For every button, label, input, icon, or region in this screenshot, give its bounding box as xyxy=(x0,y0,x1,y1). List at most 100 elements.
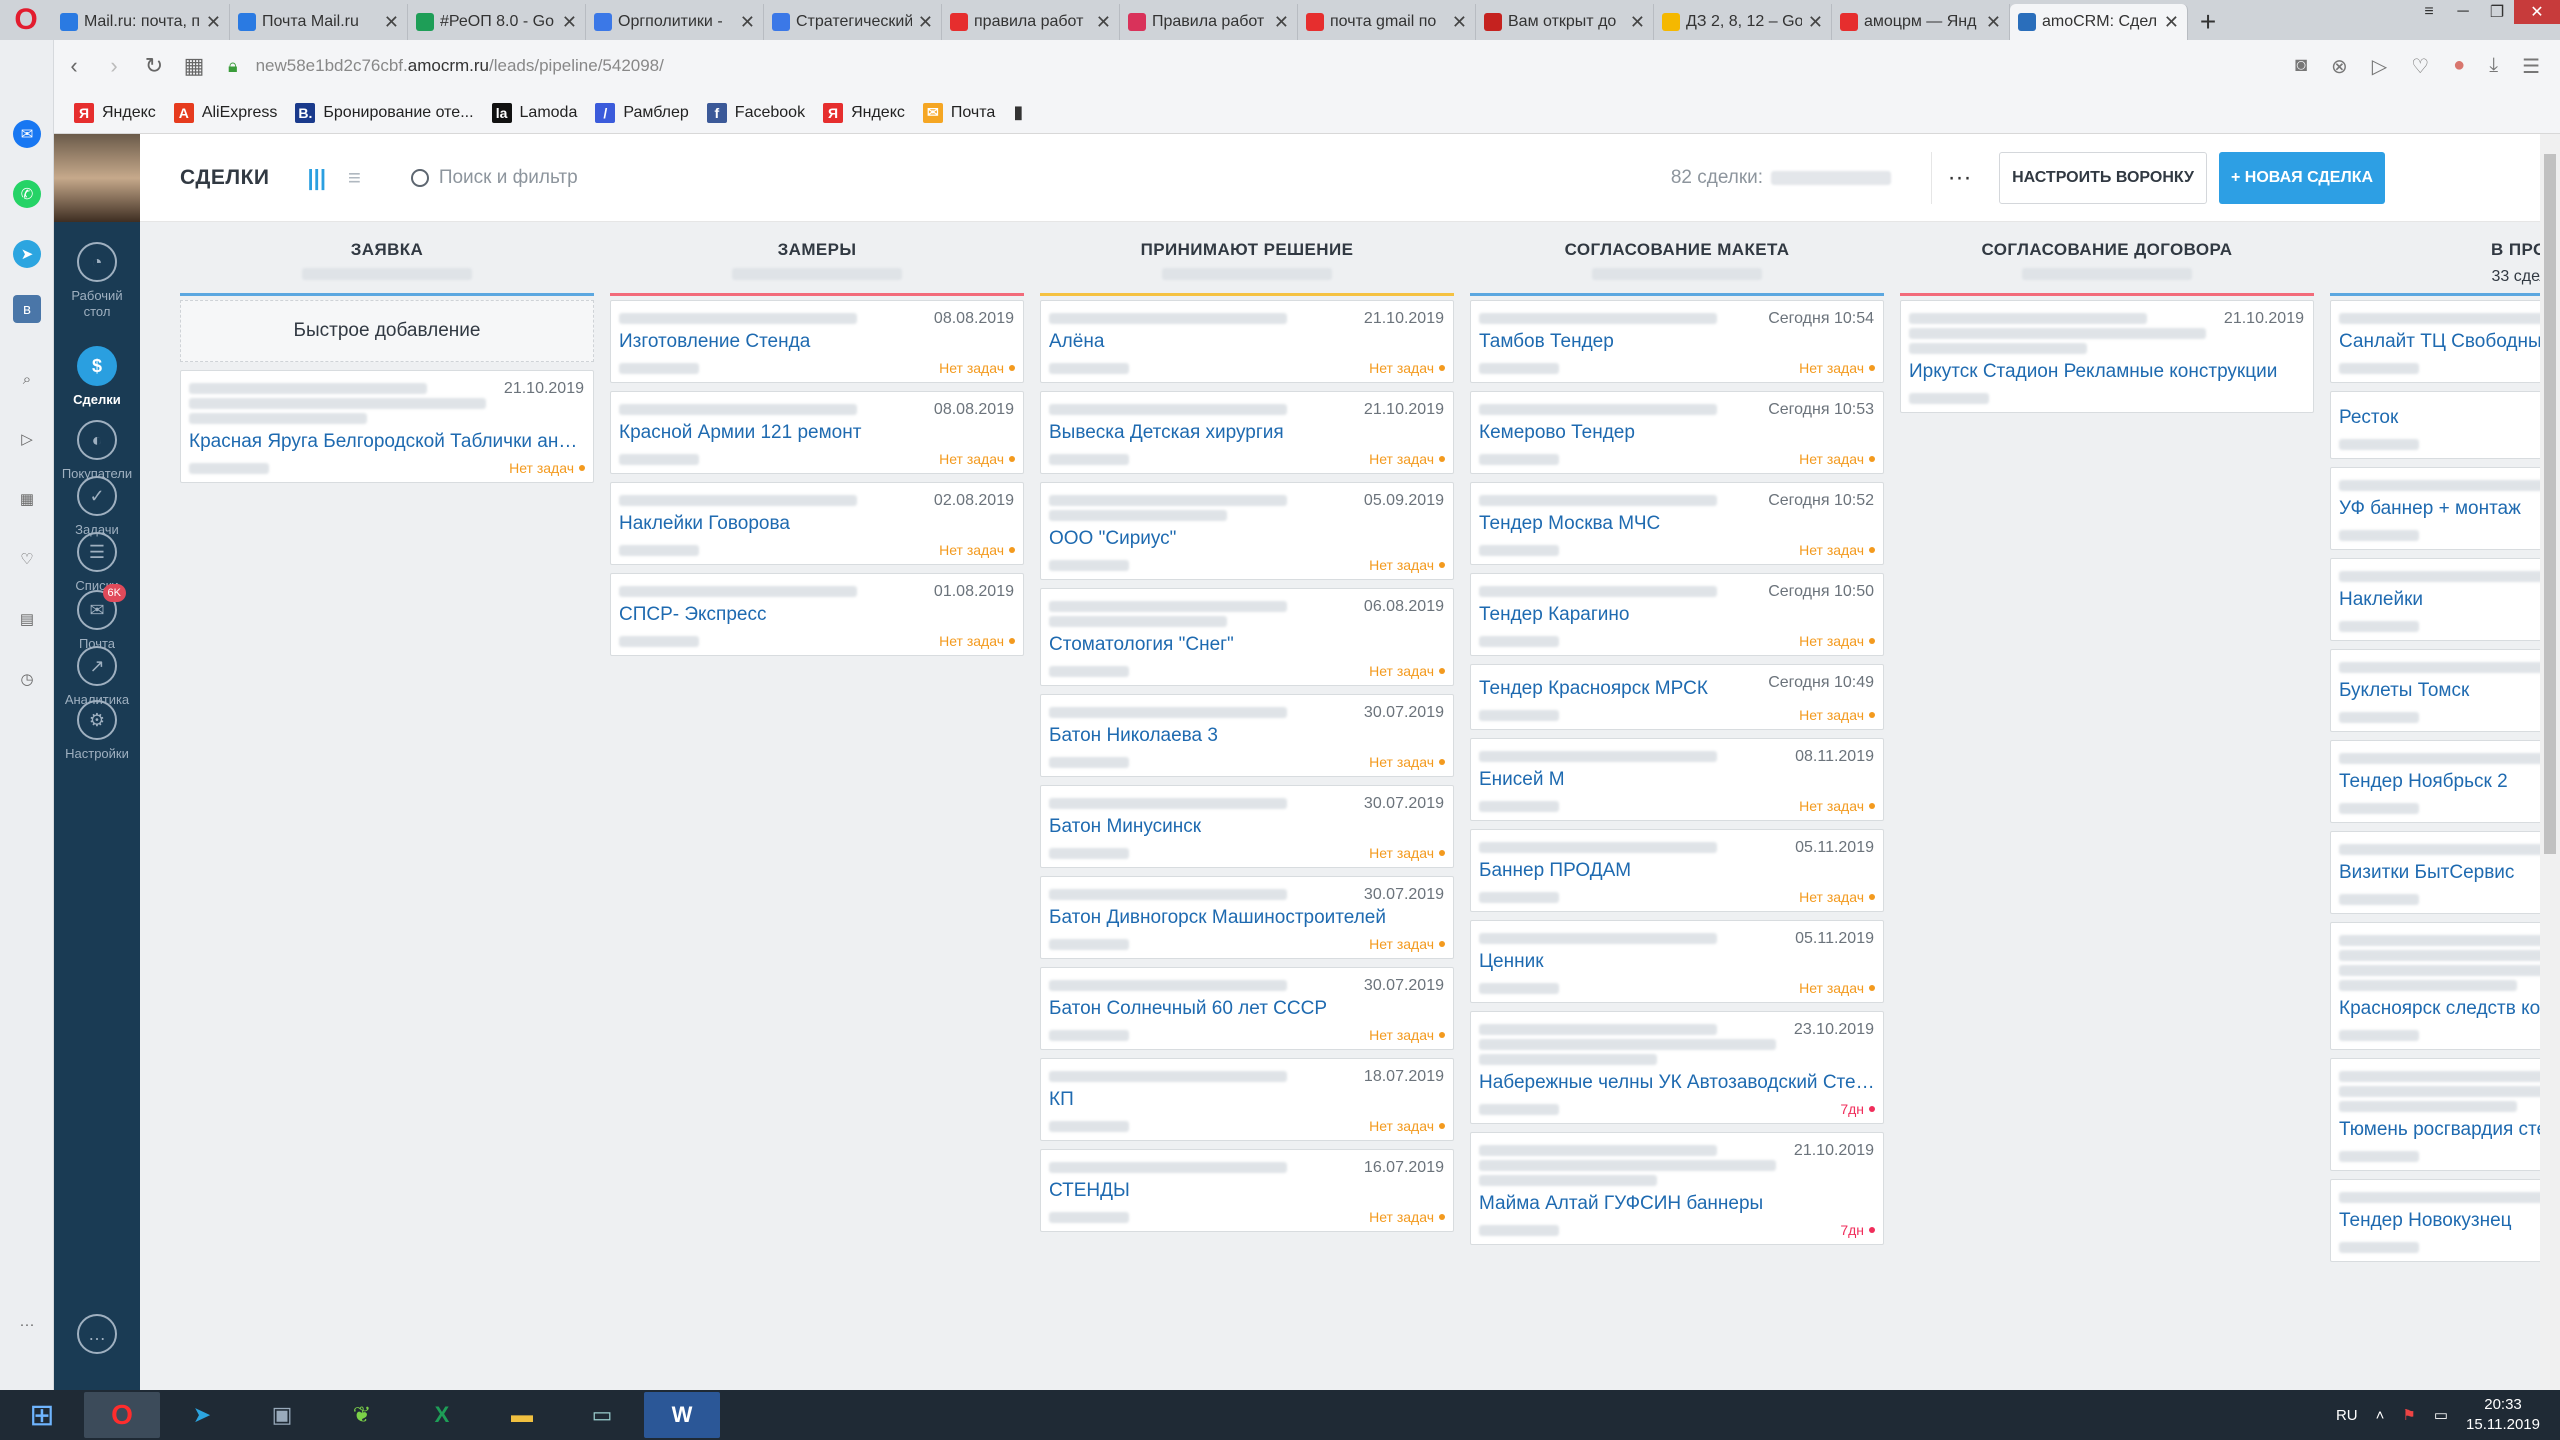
deal-card[interactable]: Сегодня 10:49 Тендер Красноярск МРСК Нет з… xyxy=(1470,664,1884,730)
start-button[interactable]: ⊞ xyxy=(4,1392,80,1438)
browser-tab[interactable]: почта gmail по ✕ xyxy=(1298,4,1476,40)
deal-name[interactable]: Буклеты Томск xyxy=(2339,679,2540,703)
deal-card[interactable]: 08.11.2019 Енисей М Нет задач xyxy=(1470,738,1884,821)
news-icon[interactable]: ▤ xyxy=(13,605,41,633)
deal-card[interactable]: Санлайт ТЦ Свободный xyxy=(2330,300,2540,383)
taskbar-excel[interactable]: X xyxy=(404,1392,480,1438)
deal-card[interactable]: 21.10.2019 Красная Яруга Белгородской Таб… xyxy=(180,370,594,483)
deal-name[interactable]: Санлайт ТЦ Свободный xyxy=(2339,330,2540,354)
browser-tab[interactable]: Оргполитики - ✕ xyxy=(586,4,764,40)
task-status[interactable]: Нет задач xyxy=(1799,798,1875,814)
deal-name[interactable]: Тендер Москва МЧС xyxy=(1479,512,1875,536)
deal-name[interactable]: Тендер Новокузнец xyxy=(2339,1209,2540,1233)
deal-card[interactable]: УФ баннер + монтаж xyxy=(2330,467,2540,550)
vk-icon[interactable]: в xyxy=(13,295,41,323)
opera-logo-icon[interactable]: O xyxy=(0,0,52,40)
speed-dial-icon[interactable]: ▦ xyxy=(13,485,41,513)
tab-close-icon[interactable]: ✕ xyxy=(1096,12,1111,33)
easy-setup-icon[interactable]: ☰ xyxy=(2522,54,2540,79)
deal-card[interactable]: 30.07.2019 Батон Николаева 3 Нет задач xyxy=(1040,694,1454,777)
download-icon[interactable]: ⤓ xyxy=(2489,54,2498,79)
taskbar-telegram[interactable]: ➤ xyxy=(164,1392,240,1438)
messenger-icon[interactable]: ✉ xyxy=(13,120,41,148)
tab-close-icon[interactable]: ✕ xyxy=(1630,12,1645,33)
bookmark-item[interactable]: la Lamoda xyxy=(491,102,577,123)
deal-name[interactable]: Алёна xyxy=(1049,330,1445,354)
deal-card[interactable]: 16.07.2019 СТЕНДЫ Нет задач xyxy=(1040,1149,1454,1232)
nav-item[interactable]: ↗ Аналитика xyxy=(54,646,140,708)
nav-item[interactable]: ✉ 6K Почта xyxy=(54,584,140,652)
shield-icon[interactable]: ⊗ xyxy=(2331,54,2348,79)
deal-name[interactable]: Красная Яруга Белгородской Таблички анш.… xyxy=(189,430,585,454)
bookmark-document-icon[interactable]: ▮ xyxy=(1013,102,1023,123)
deal-name[interactable]: КП xyxy=(1049,1088,1445,1112)
taskbar-word[interactable]: W xyxy=(644,1392,720,1438)
deal-name[interactable]: Вывеска Детская хирургия xyxy=(1049,421,1445,445)
deal-name[interactable]: Тюмень росгвардия сте xyxy=(2339,1118,2540,1142)
deal-card[interactable]: Тендер Новокузнец xyxy=(2330,1179,2540,1262)
taskbar-network[interactable]: ▣ xyxy=(244,1392,320,1438)
task-status[interactable]: Нет задач xyxy=(1799,633,1875,649)
url-field[interactable]: new58e1bd2c76cbf.amocrm.ru/leads/pipelin… xyxy=(256,56,2295,76)
deal-card[interactable]: 30.07.2019 Батон Минусинск Нет задач xyxy=(1040,785,1454,868)
bookmark-item[interactable]: Я Яндекс xyxy=(74,102,156,123)
deal-card[interactable]: Визитки БытСервис xyxy=(2330,831,2540,914)
deal-card[interactable]: 21.10.2019 Вывеска Детская хирургия Нет за… xyxy=(1040,391,1454,474)
search-icon[interactable]: ⌕ xyxy=(13,365,41,393)
task-status[interactable]: Нет задач xyxy=(939,542,1015,558)
deal-card[interactable]: Сегодня 10:50 Тендер Карагино Нет задач xyxy=(1470,573,1884,656)
deal-card[interactable]: 18.07.2019 КП Нет задач xyxy=(1040,1058,1454,1141)
deal-card[interactable]: Сегодня 10:54 Тамбов Тендер Нет задач xyxy=(1470,300,1884,383)
bookmarks-heart-icon[interactable]: ♡ xyxy=(13,545,41,573)
telegram-icon[interactable]: ➤ xyxy=(13,240,41,268)
deal-card[interactable]: 23.10.2019 Набережные челны УК Автозаводс… xyxy=(1470,1011,1884,1124)
user-avatar[interactable] xyxy=(54,134,140,222)
maximize-button[interactable]: ❐ xyxy=(2480,0,2514,24)
deal-card[interactable]: 21.10.2019 Алёна Нет задач xyxy=(1040,300,1454,383)
deal-name[interactable]: Батон Минусинск xyxy=(1049,815,1445,839)
chat-button[interactable]: … xyxy=(54,1314,140,1360)
browser-tab[interactable]: Mail.ru: почта, п ✕ xyxy=(52,4,230,40)
deal-name[interactable]: Красной Армии 121 ремонт xyxy=(619,421,1015,445)
menu-icon[interactable]: ≡ xyxy=(2412,0,2446,24)
scrollbar-thumb[interactable] xyxy=(2544,154,2556,854)
tab-close-icon[interactable]: ✕ xyxy=(1808,12,1823,33)
deal-name[interactable]: Ресток xyxy=(2339,406,2540,430)
task-status[interactable]: Нет задач xyxy=(939,360,1015,376)
deal-name[interactable]: Иркутск Стадион Рекламные конструкции xyxy=(1909,360,2305,384)
nav-item[interactable]: ⚙ Настройки xyxy=(54,700,140,762)
deal-name[interactable]: Баннер ПРОДАМ xyxy=(1479,859,1875,883)
task-status[interactable]: Нет задач xyxy=(1369,1027,1445,1043)
browser-tab[interactable]: амоцрм — Янд ✕ xyxy=(1832,4,2010,40)
history-icon[interactable]: ◷ xyxy=(13,665,41,693)
deal-card[interactable]: 01.08.2019 СПСР- Экспресс Нет задач xyxy=(610,573,1024,656)
task-status[interactable]: Нет задач xyxy=(1799,980,1875,996)
whatsapp-icon[interactable]: ✆ xyxy=(13,180,41,208)
deal-card[interactable]: Буклеты Томск xyxy=(2330,649,2540,732)
deal-card[interactable]: 08.08.2019 Изготовление Стенда Нет задач xyxy=(610,300,1024,383)
nav-item[interactable]: ◔ Рабочий стол xyxy=(54,242,140,320)
deal-card[interactable]: Ресток xyxy=(2330,391,2540,459)
task-status[interactable]: 7дн xyxy=(1840,1101,1875,1117)
send-icon[interactable]: ▷ xyxy=(2372,54,2387,79)
taskbar-screen[interactable]: ▭ xyxy=(564,1392,640,1438)
back-button[interactable]: ‹ xyxy=(54,46,94,86)
task-status[interactable]: Нет задач xyxy=(1369,845,1445,861)
deal-name[interactable]: СПСР- Экспресс xyxy=(619,603,1015,627)
task-status[interactable]: Нет задач xyxy=(939,451,1015,467)
deal-name[interactable]: Кемерово Тендер xyxy=(1479,421,1875,445)
deal-name[interactable]: Наклейки xyxy=(2339,588,2540,612)
tab-close-icon[interactable]: ✕ xyxy=(1452,12,1467,33)
camera-icon[interactable]: ◙ xyxy=(2295,54,2307,79)
deal-name[interactable]: УФ баннер + монтаж xyxy=(2339,497,2540,521)
task-status[interactable]: Нет задач xyxy=(1369,1118,1445,1134)
quick-add-button[interactable]: Быстрое добавление xyxy=(180,300,594,362)
tab-close-icon[interactable]: ✕ xyxy=(2164,12,2179,33)
deal-card[interactable]: 06.08.2019 Стоматология "Снег" Нет задач xyxy=(1040,588,1454,686)
bookmark-item[interactable]: B. Бронирование оте... xyxy=(295,102,474,123)
nav-item[interactable]: ✓ Задачи xyxy=(54,476,140,538)
reload-button[interactable]: ↻ xyxy=(134,46,174,86)
bookmark-item[interactable]: Я Яндекс xyxy=(823,102,905,123)
task-status[interactable]: Нет задач xyxy=(1799,451,1875,467)
tab-close-icon[interactable]: ✕ xyxy=(918,12,933,33)
